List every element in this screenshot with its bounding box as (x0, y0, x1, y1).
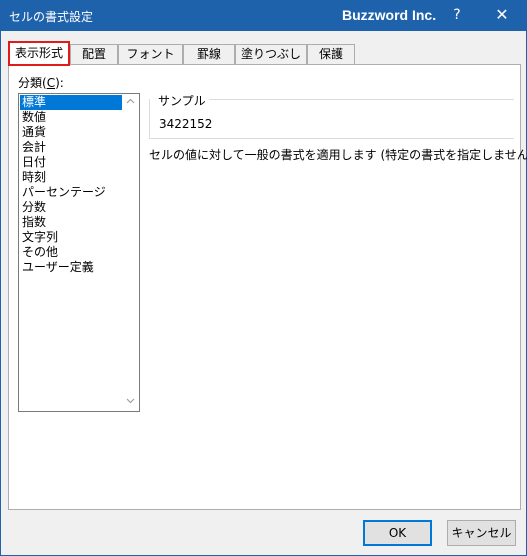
sample-value: 3422152 (159, 117, 213, 131)
tab-font[interactable]: フォント (118, 44, 183, 65)
category-item-text[interactable]: 文字列 (20, 230, 123, 245)
format-cells-dialog: 表示形式 配置 フォント 罫線 塗りつぶし 保護 分類(C): 標準 数値 通貨… (0, 31, 527, 556)
chevron-up-icon[interactable] (122, 94, 139, 111)
category-list: 標準 数値 通貨 会計 日付 時刻 パーセンテージ 分数 指数 文字列 その他 … (20, 95, 123, 275)
category-item-time[interactable]: 時刻 (20, 170, 123, 185)
tab-protection[interactable]: 保護 (307, 44, 355, 65)
category-item-accounting[interactable]: 会計 (20, 140, 123, 155)
category-item-custom[interactable]: ユーザー定義 (20, 260, 123, 275)
tab-alignment[interactable]: 配置 (70, 44, 118, 65)
category-item-general[interactable]: 標準 (20, 95, 123, 110)
window-title: セルの書式設定 (9, 10, 94, 24)
help-button[interactable]: ? (445, 4, 469, 26)
category-item-special[interactable]: その他 (20, 245, 123, 260)
tab-border[interactable]: 罫線 (183, 44, 235, 65)
category-item-currency[interactable]: 通貨 (20, 125, 123, 140)
category-item-number[interactable]: 数値 (20, 110, 123, 125)
category-scrollbar[interactable] (122, 94, 139, 411)
category-listbox[interactable]: 標準 数値 通貨 会計 日付 時刻 パーセンテージ 分数 指数 文字列 その他 … (18, 93, 140, 412)
category-label: 分類(C): (18, 76, 64, 90)
cancel-button[interactable]: キャンセル (447, 520, 516, 546)
brand-label: Buzzword Inc. (342, 7, 437, 23)
chevron-down-icon[interactable] (122, 394, 139, 411)
number-format-panel: 分類(C): 標準 数値 通貨 会計 日付 時刻 パーセンテージ 分数 指数 文… (8, 64, 527, 510)
sample-label: サンプル (155, 92, 209, 109)
category-item-date[interactable]: 日付 (20, 155, 123, 170)
format-description: セルの値に対して一般の書式を適用します (特定の書式を指定しません)。 (149, 148, 527, 162)
category-item-percentage[interactable]: パーセンテージ (20, 185, 123, 200)
category-item-fraction[interactable]: 分数 (20, 200, 123, 215)
title-bar[interactable]: セルの書式設定 Buzzword Inc. ? ✕ (0, 0, 527, 31)
category-item-scientific[interactable]: 指数 (20, 215, 123, 230)
tab-fill[interactable]: 塗りつぶし (235, 44, 307, 65)
tab-number-format[interactable]: 表示形式 (8, 41, 70, 66)
close-button[interactable]: ✕ (490, 4, 514, 26)
ok-button[interactable]: OK (363, 520, 432, 546)
